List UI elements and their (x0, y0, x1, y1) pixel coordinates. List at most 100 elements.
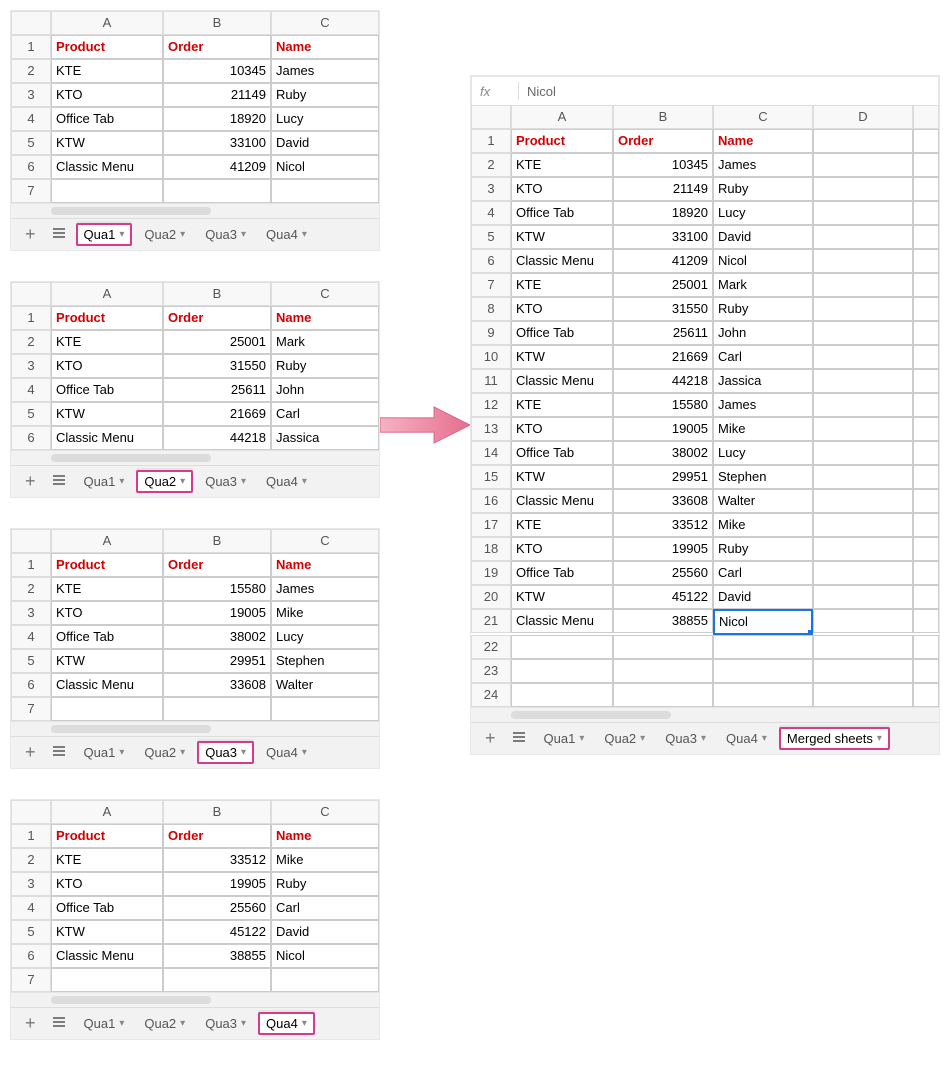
select-all-corner[interactable] (471, 105, 511, 129)
cell-A15[interactable]: KTW (511, 465, 613, 489)
cell-C1[interactable]: Name (271, 306, 379, 330)
cell-C20[interactable]: David (713, 585, 813, 609)
cell-A6[interactable]: Classic Menu (51, 155, 163, 179)
cell-B4[interactable]: 25611 (163, 378, 271, 402)
cell-empty[interactable] (51, 179, 163, 203)
cell-D19[interactable] (813, 561, 913, 585)
cell-B1[interactable]: Order (163, 306, 271, 330)
cell-C6[interactable]: Nicol (271, 944, 379, 968)
add-sheet-button[interactable]: + (19, 1013, 42, 1034)
select-all-corner[interactable] (11, 282, 51, 306)
row-5[interactable]: 5 (471, 225, 511, 249)
cell-empty[interactable] (613, 635, 713, 659)
cell-A2[interactable]: KTE (51, 330, 163, 354)
cell-B17[interactable]: 33512 (613, 513, 713, 537)
cell-empty[interactable] (613, 683, 713, 707)
row-6[interactable]: 6 (11, 944, 51, 968)
row-5[interactable]: 5 (11, 402, 51, 426)
row-9[interactable]: 9 (471, 321, 511, 345)
hscroll[interactable] (11, 992, 379, 1007)
col-extra[interactable] (913, 105, 939, 129)
cell-A7[interactable]: KTE (511, 273, 613, 297)
row-3[interactable]: 3 (11, 601, 51, 625)
cell-B5[interactable]: 33100 (613, 225, 713, 249)
cell-D2[interactable] (813, 153, 913, 177)
cell-B3[interactable]: 19905 (163, 872, 271, 896)
cell-E9[interactable] (913, 321, 939, 345)
cell-D9[interactable] (813, 321, 913, 345)
row-13[interactable]: 13 (471, 417, 511, 441)
row-16[interactable]: 16 (471, 489, 511, 513)
cell-E6[interactable] (913, 249, 939, 273)
cell-C5[interactable]: David (271, 131, 379, 155)
cell-C3[interactable]: Mike (271, 601, 379, 625)
cell-B5[interactable]: 33100 (163, 131, 271, 155)
cell-A14[interactable]: Office Tab (511, 441, 613, 465)
col-D[interactable]: D (813, 105, 913, 129)
add-sheet-button[interactable]: + (19, 742, 42, 763)
row-3[interactable]: 3 (11, 354, 51, 378)
col-B[interactable]: B (163, 11, 271, 35)
tab-qua4[interactable]: Qua4▾ (258, 741, 315, 764)
row-4[interactable]: 4 (11, 378, 51, 402)
cell-C19[interactable]: Carl (713, 561, 813, 585)
row-2[interactable]: 2 (471, 153, 511, 177)
cell-empty[interactable] (271, 968, 379, 992)
cell-B21[interactable]: 38855 (613, 609, 713, 633)
cell-D16[interactable] (813, 489, 913, 513)
cell-empty[interactable] (713, 635, 813, 659)
cell-A10[interactable]: KTW (511, 345, 613, 369)
row-3[interactable]: 3 (11, 83, 51, 107)
tab-qua3[interactable]: Qua3▾ (197, 741, 254, 764)
tab-qua1[interactable]: Qua1▾ (76, 1012, 133, 1035)
cell-A5[interactable]: KTW (51, 131, 163, 155)
cell-A4[interactable]: Office Tab (51, 107, 163, 131)
tab-qua2[interactable]: Qua2▾ (596, 727, 653, 750)
cell-D6[interactable] (813, 249, 913, 273)
cell-D3[interactable] (813, 177, 913, 201)
cell-A17[interactable]: KTE (511, 513, 613, 537)
cell-E10[interactable] (913, 345, 939, 369)
cell-B6[interactable]: 38855 (163, 944, 271, 968)
cell-empty[interactable] (511, 683, 613, 707)
col-B[interactable]: B (163, 800, 271, 824)
row-1[interactable]: 1 (11, 306, 51, 330)
row-4[interactable]: 4 (471, 201, 511, 225)
row-2[interactable]: 2 (11, 59, 51, 83)
tab-qua4[interactable]: Qua4▾ (258, 470, 315, 493)
cell-C4[interactable]: John (271, 378, 379, 402)
cell-B19[interactable]: 25560 (613, 561, 713, 585)
cell-C4[interactable]: Lucy (713, 201, 813, 225)
cell-B4[interactable]: 18920 (613, 201, 713, 225)
cell-A1[interactable]: Product (51, 306, 163, 330)
cell-C6[interactable]: Nicol (271, 155, 379, 179)
cell-B10[interactable]: 21669 (613, 345, 713, 369)
col-A[interactable]: A (51, 11, 163, 35)
cell-A6[interactable]: Classic Menu (511, 249, 613, 273)
cell-D11[interactable] (813, 369, 913, 393)
row-10[interactable]: 10 (471, 345, 511, 369)
cell-D1[interactable] (813, 129, 913, 153)
cell-E15[interactable] (913, 465, 939, 489)
cell-B4[interactable]: 18920 (163, 107, 271, 131)
cell-C17[interactable]: Mike (713, 513, 813, 537)
cell-empty[interactable] (163, 179, 271, 203)
row-6[interactable]: 6 (11, 155, 51, 179)
cell-B11[interactable]: 44218 (613, 369, 713, 393)
cell-A1[interactable]: Product (511, 129, 613, 153)
tab-qua1[interactable]: Qua1▾ (76, 741, 133, 764)
select-all-corner[interactable] (11, 800, 51, 824)
all-sheets-button[interactable] (506, 728, 532, 749)
row-7[interactable]: 7 (11, 179, 51, 203)
all-sheets-button[interactable] (46, 1013, 72, 1034)
row-8[interactable]: 8 (471, 297, 511, 321)
cell-B2[interactable]: 10345 (613, 153, 713, 177)
row-7[interactable]: 7 (471, 273, 511, 297)
cell-D13[interactable] (813, 417, 913, 441)
cell-empty[interactable] (713, 659, 813, 683)
cell-empty[interactable] (271, 697, 379, 721)
cell-A19[interactable]: Office Tab (511, 561, 613, 585)
row-2[interactable]: 2 (11, 848, 51, 872)
cell-A1[interactable]: Product (51, 35, 163, 59)
cell-B4[interactable]: 25560 (163, 896, 271, 920)
